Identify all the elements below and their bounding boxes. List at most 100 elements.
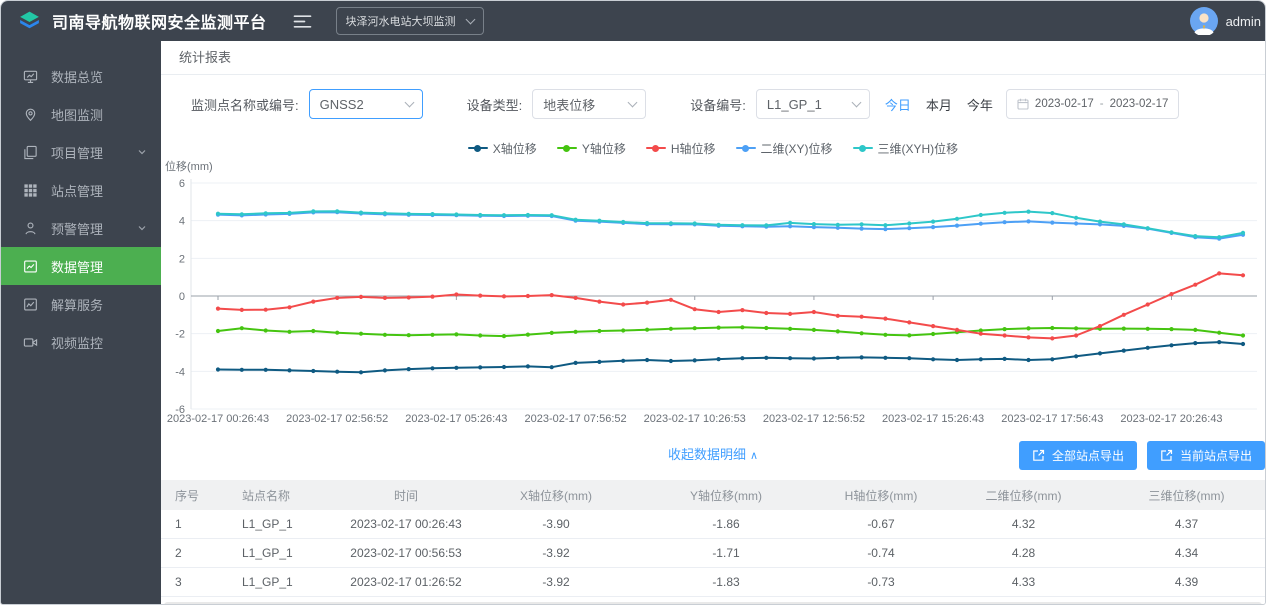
avatar bbox=[1189, 7, 1218, 35]
chevron-down-icon bbox=[137, 145, 147, 160]
detail-controls: 收起数据明细 ∧ 全部站点导出 当前站点导出 bbox=[161, 440, 1265, 470]
app-window: 司南导航物联网安全监测平台 块泽河水电站大坝监测 admin 数据总览 地图监测… bbox=[0, 0, 1266, 605]
svg-text:2023-02-17 20:26:43: 2023-02-17 20:26:43 bbox=[1120, 413, 1222, 425]
device-type-label: 设备类型: bbox=[466, 97, 523, 113]
x-axis-labels: 2023-02-17 00:26:43 2023-02-17 02:56:52 20… bbox=[167, 413, 1223, 425]
sidebar-item-map-pin[interactable]: 地图监测 bbox=[1, 95, 161, 133]
sidebar-item-label: 地图监测 bbox=[51, 107, 104, 123]
monitor-point-label: 监测点名称或编号: bbox=[191, 97, 299, 113]
legend-marker bbox=[467, 144, 488, 152]
monitor-point-value: GNSS2 bbox=[319, 96, 364, 112]
table-cell: L1_GP_1 bbox=[236, 510, 331, 539]
quick-range-year[interactable]: 今年 bbox=[967, 95, 993, 114]
alert-user-icon bbox=[23, 221, 38, 236]
table-cell: -3.92 bbox=[481, 567, 631, 597]
quick-range-today[interactable]: 今日 bbox=[885, 95, 911, 114]
sidebar-item-video[interactable]: 视频监控 bbox=[1, 323, 161, 361]
monitor-point-select[interactable]: GNSS2 bbox=[308, 89, 423, 119]
legend-label: Y轴位移 bbox=[581, 141, 626, 156]
chart-canvas: 位移(mm)-6-4-202462023-02-17 00:26:43 2023-… bbox=[165, 159, 1257, 425]
legend-label: X轴位移 bbox=[492, 141, 537, 156]
table-cell: 4.37 bbox=[1106, 510, 1265, 539]
column-header-4: Y轴位移(mm) bbox=[631, 480, 821, 510]
device-no-select[interactable]: L1_GP_1 bbox=[755, 89, 870, 119]
device-type-select[interactable]: 地表位移 bbox=[532, 89, 647, 119]
legend-item-0[interactable]: X轴位移 bbox=[467, 140, 537, 157]
table-cell: 4.39 bbox=[1106, 567, 1265, 597]
table-cell: 2023-02-17 00:56:53 bbox=[331, 538, 481, 568]
chart-legend: X轴位移 Y轴位移 H轴位移 二维(XY)位移 三维(XYH)位移 bbox=[161, 140, 1265, 156]
date-range-end: 2023-02-17 bbox=[1109, 98, 1169, 110]
sidebar-item-project[interactable]: 项目管理 bbox=[1, 133, 161, 171]
chevron-down-icon bbox=[851, 97, 862, 108]
table-cell: 1 bbox=[161, 510, 236, 539]
user-menu[interactable]: admin bbox=[1189, 7, 1261, 35]
legend-item-4[interactable]: 三维(XYH)位移 bbox=[852, 140, 959, 157]
column-header-5: H轴位移(mm) bbox=[821, 480, 941, 510]
series-1 bbox=[215, 325, 1246, 339]
sidebar: 数据总览地图监测项目管理站点管理预警管理数据管理解算服务视频监控 bbox=[1, 41, 161, 604]
column-header-3: X轴位移(mm) bbox=[481, 480, 631, 510]
svg-text:2023-02-17 05:26:43: 2023-02-17 05:26:43 bbox=[405, 413, 507, 425]
date-range-picker[interactable]: 2023-02-17 - 2023-02-17 bbox=[1005, 89, 1180, 119]
legend-item-3[interactable]: 二维(XY)位移 bbox=[735, 140, 833, 157]
sidebar-item-dashboard[interactable]: 数据总览 bbox=[1, 57, 161, 95]
svg-text:2023-02-17 17:56:43: 2023-02-17 17:56:43 bbox=[1001, 413, 1103, 425]
table-cell: 4.34 bbox=[1106, 538, 1265, 568]
table-cell: 2023-02-17 01:26:52 bbox=[331, 567, 481, 597]
device-type-value: 地表位移 bbox=[543, 97, 596, 113]
table-cell: L1_GP_1 bbox=[236, 538, 331, 568]
column-header-2: 时间 bbox=[331, 480, 481, 510]
date-range-start: 2023-02-17 bbox=[1034, 98, 1094, 110]
export-icon bbox=[1160, 449, 1173, 462]
sidebar-item-label: 解算服务 bbox=[51, 297, 104, 313]
sidebar-item-label: 预警管理 bbox=[51, 221, 104, 237]
table-row: 2 L1_GP_1 2023-02-17 00:56:53 -3.92 -1.71 -0.… bbox=[161, 538, 1265, 568]
legend-item-2[interactable]: H轴位移 bbox=[645, 140, 716, 157]
horizontal-scrollbar[interactable] bbox=[164, 602, 1262, 604]
app-header: 司南导航物联网安全监测平台 块泽河水电站大坝监测 admin bbox=[1, 1, 1265, 41]
chevron-down-icon bbox=[137, 221, 147, 236]
svg-text:-2: -2 bbox=[175, 329, 185, 341]
column-header-6: 二维位移(mm) bbox=[941, 480, 1106, 510]
export-buttons: 全部站点导出 当前站点导出 bbox=[1018, 441, 1265, 470]
table-row: 1 L1_GP_1 2023-02-17 00:26:43 -3.90 -1.86 -0.… bbox=[161, 510, 1265, 539]
table-cell: -0.73 bbox=[821, 567, 941, 597]
export-all-stations-button[interactable]: 全部站点导出 bbox=[1018, 441, 1137, 470]
table-cell: 2023-02-17 00:26:43 bbox=[331, 510, 481, 539]
legend-marker bbox=[852, 144, 873, 152]
quick-range-month[interactable]: 本月 bbox=[926, 95, 952, 114]
legend-item-1[interactable]: Y轴位移 bbox=[556, 140, 626, 157]
grid-icon bbox=[23, 183, 38, 198]
sidebar-item-compute-chart[interactable]: 解算服务 bbox=[1, 285, 161, 323]
calendar-icon bbox=[1017, 98, 1029, 110]
sidebar-collapse-icon[interactable] bbox=[293, 14, 312, 29]
series-2 bbox=[215, 271, 1246, 341]
sidebar-item-grid[interactable]: 站点管理 bbox=[1, 171, 161, 209]
sidebar-item-alert-user[interactable]: 预警管理 bbox=[1, 209, 161, 247]
svg-text:6: 6 bbox=[179, 178, 185, 190]
sidebar-item-label: 项目管理 bbox=[51, 145, 104, 161]
series-0 bbox=[215, 340, 1246, 375]
svg-text:2: 2 bbox=[179, 253, 185, 265]
svg-text:-4: -4 bbox=[175, 366, 185, 378]
sidebar-item-label: 站点管理 bbox=[51, 183, 104, 199]
sidebar-item-data-chart[interactable]: 数据管理 bbox=[1, 247, 161, 285]
compute-chart-icon bbox=[23, 297, 38, 312]
export-current-station-button[interactable]: 当前站点导出 bbox=[1146, 441, 1265, 470]
date-range-separator: - bbox=[1099, 98, 1104, 110]
project-selector-value: 块泽河水电站大坝监测 bbox=[345, 16, 456, 28]
project-selector[interactable]: 块泽河水电站大坝监测 bbox=[335, 7, 484, 35]
legend-label: 二维(XY)位移 bbox=[760, 141, 833, 156]
chevron-down-icon bbox=[627, 97, 638, 108]
filter-bar: 监测点名称或编号: GNSS2 设备类型: 地表位移 设备编号: L1_GP_1… bbox=[191, 88, 1265, 120]
svg-text:2023-02-17 00:26:43: 2023-02-17 00:26:43 bbox=[167, 413, 269, 425]
chevron-down-icon bbox=[465, 14, 475, 25]
sidebar-item-label: 数据总览 bbox=[51, 69, 104, 85]
svg-text:2023-02-17 07:56:52: 2023-02-17 07:56:52 bbox=[524, 413, 626, 425]
video-icon bbox=[23, 335, 38, 350]
tab-statistics-report[interactable]: 统计报表 bbox=[179, 50, 231, 65]
legend-label: 三维(XYH)位移 bbox=[877, 141, 959, 156]
series-line-1 bbox=[217, 326, 1244, 338]
table-cell: -1.86 bbox=[631, 510, 821, 539]
